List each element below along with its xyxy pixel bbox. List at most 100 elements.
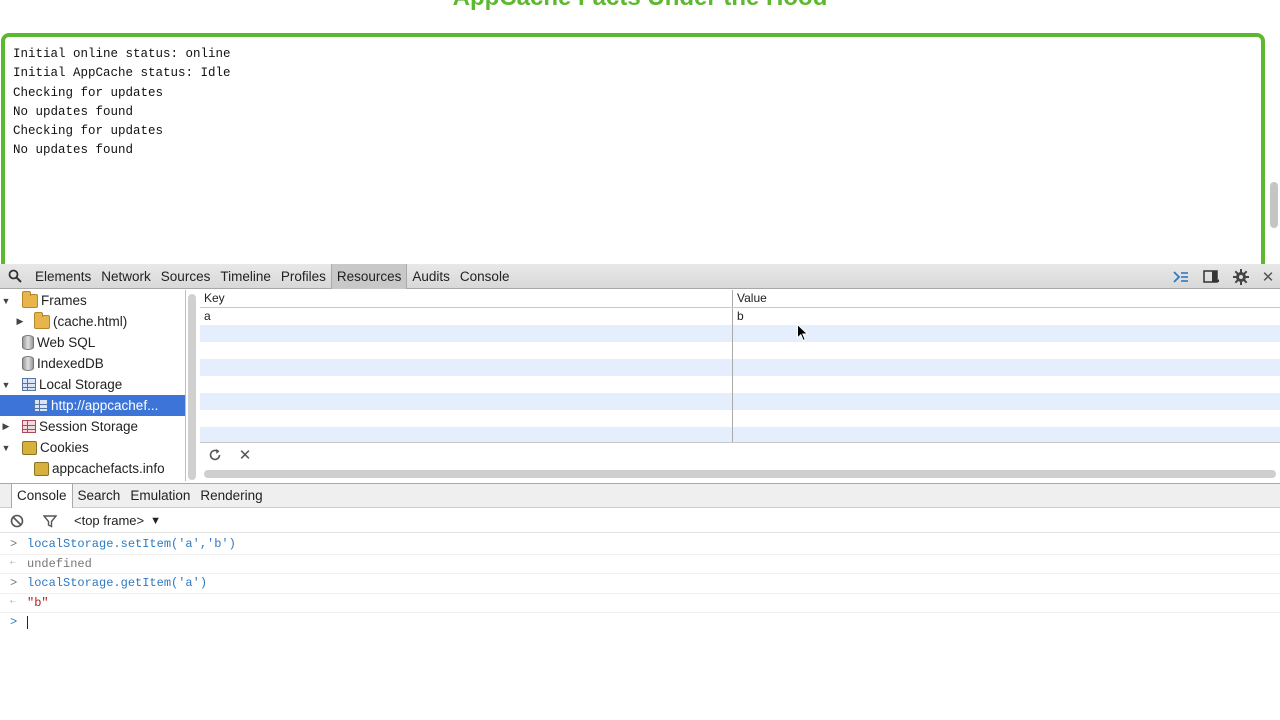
sidebar-item-cookies[interactable]: ▼ Cookies bbox=[0, 437, 185, 458]
console-text: localStorage.getItem('a') bbox=[27, 576, 208, 591]
tab-sources[interactable]: Sources bbox=[156, 264, 216, 289]
disclosure-collapsed-icon[interactable]: ▶ bbox=[14, 316, 26, 327]
grid-header: Key Value bbox=[200, 290, 1280, 308]
key-cell[interactable] bbox=[200, 325, 733, 342]
filter-icon[interactable] bbox=[33, 509, 66, 533]
key-cell[interactable] bbox=[200, 393, 733, 410]
delete-icon[interactable]: ✕ bbox=[230, 444, 260, 466]
key-cell[interactable] bbox=[200, 376, 733, 393]
drawer-tabs: Console Search Emulation Rendering bbox=[0, 483, 1280, 508]
key-cell[interactable]: a bbox=[200, 308, 733, 325]
table-row[interactable] bbox=[200, 342, 1280, 359]
prompt-chevron-icon: > bbox=[10, 537, 18, 551]
value-cell[interactable] bbox=[733, 342, 1280, 359]
table-row[interactable]: a b bbox=[200, 308, 1280, 325]
table-row[interactable] bbox=[200, 410, 1280, 427]
database-icon bbox=[22, 335, 34, 350]
column-header-value[interactable]: Value bbox=[733, 290, 1280, 307]
console-messages: > localStorage.setItem('a','b') ⇠ undefi… bbox=[0, 535, 1280, 633]
value-cell[interactable] bbox=[733, 427, 1280, 442]
key-cell[interactable] bbox=[200, 410, 733, 427]
dropdown-triangle-icon: ▼ bbox=[150, 514, 161, 527]
sidebar-item-frames[interactable]: ▼ Frames bbox=[0, 290, 185, 311]
disclosure-expanded-icon[interactable]: ▼ bbox=[0, 443, 12, 453]
text-caret bbox=[27, 616, 28, 630]
log-line: No updates found bbox=[13, 104, 134, 119]
sidebar-item-local-storage[interactable]: ▼ Local Storage bbox=[0, 374, 185, 395]
key-cell[interactable] bbox=[200, 359, 733, 376]
sidebar-item-label: Frames bbox=[41, 293, 87, 308]
sidebar-item-cookies-domain[interactable]: appcachefacts.info bbox=[0, 458, 185, 479]
table-row[interactable] bbox=[200, 376, 1280, 393]
devtools-toolbar: Elements Network Sources Timeline Profil… bbox=[0, 263, 1280, 289]
sidebar-item-session-storage[interactable]: ▶ Session Storage bbox=[0, 416, 185, 437]
clear-console-icon[interactable] bbox=[0, 509, 33, 533]
console-prompt-input[interactable]: > bbox=[0, 613, 1280, 633]
gear-icon[interactable] bbox=[1226, 264, 1256, 289]
search-icon[interactable] bbox=[0, 264, 30, 289]
console-text: "b" bbox=[27, 595, 49, 610]
console-result-line[interactable]: ⇠ "b" bbox=[0, 594, 1280, 613]
table-row[interactable] bbox=[200, 427, 1280, 442]
tab-audits[interactable]: Audits bbox=[407, 264, 455, 289]
key-cell[interactable] bbox=[200, 427, 733, 442]
value-cell[interactable] bbox=[733, 359, 1280, 376]
frame-selector-value: <top frame> bbox=[74, 513, 145, 528]
disclosure-expanded-icon[interactable]: ▼ bbox=[0, 296, 12, 306]
sidebar-item-web-sql[interactable]: Web SQL bbox=[0, 332, 185, 353]
refresh-icon[interactable] bbox=[200, 444, 230, 466]
value-cell[interactable] bbox=[733, 410, 1280, 427]
disclosure-expanded-icon[interactable]: ▼ bbox=[0, 380, 12, 390]
sidebar-item-label: (cache.html) bbox=[53, 314, 128, 329]
drawer-tab-search[interactable]: Search bbox=[73, 484, 126, 508]
console-toolbar: <top frame> ▼ bbox=[0, 509, 1280, 533]
value-cell[interactable] bbox=[733, 325, 1280, 342]
frame-selector[interactable]: <top frame> ▼ bbox=[66, 513, 161, 528]
tab-elements[interactable]: Elements bbox=[30, 264, 96, 289]
cookie-icon bbox=[22, 440, 37, 455]
tab-timeline[interactable]: Timeline bbox=[215, 264, 276, 289]
tab-profiles[interactable]: Profiles bbox=[276, 264, 331, 289]
sidebar-scrollbar[interactable] bbox=[188, 294, 196, 480]
console-text: undefined bbox=[27, 556, 92, 571]
close-icon[interactable]: ✕ bbox=[1256, 264, 1280, 289]
show-drawer-icon[interactable] bbox=[1166, 264, 1196, 289]
table-row[interactable] bbox=[200, 393, 1280, 410]
tab-network[interactable]: Network bbox=[96, 264, 156, 289]
table-row[interactable] bbox=[200, 325, 1280, 342]
value-cell[interactable] bbox=[733, 393, 1280, 410]
drawer-tab-emulation[interactable]: Emulation bbox=[125, 484, 195, 508]
sidebar-item-indexeddb[interactable]: IndexedDB bbox=[0, 353, 185, 374]
result-arrow-icon: ⇠ bbox=[10, 596, 17, 608]
log-line: No updates found bbox=[13, 143, 134, 158]
prompt-chevron-icon: > bbox=[10, 576, 18, 590]
sidebar-item-cache-frame[interactable]: ▶ (cache.html) bbox=[0, 311, 185, 332]
tab-console[interactable]: Console bbox=[455, 264, 515, 289]
page-scrollbar[interactable] bbox=[1270, 182, 1278, 228]
prompt-chevron-icon: > bbox=[10, 615, 18, 629]
folder-icon bbox=[34, 311, 50, 329]
sidebar-item-label: Web SQL bbox=[37, 335, 96, 350]
sidebar-item-local-storage-origin[interactable]: http://appcachef... bbox=[0, 395, 185, 416]
console-result-line[interactable]: ⇠ undefined bbox=[0, 555, 1280, 574]
log-line: Checking for updates bbox=[13, 85, 164, 100]
drawer-tab-rendering[interactable]: Rendering bbox=[195, 484, 267, 508]
sidebar-item-label: appcachefacts.info bbox=[52, 461, 165, 476]
horizontal-scrollbar[interactable] bbox=[204, 470, 1276, 478]
console-input-line[interactable]: > localStorage.setItem('a','b') bbox=[0, 535, 1280, 555]
value-cell[interactable] bbox=[733, 376, 1280, 393]
tab-resources[interactable]: Resources bbox=[330, 263, 408, 289]
sidebar-item-label: Session Storage bbox=[39, 419, 139, 434]
disclosure-collapsed-icon[interactable]: ▶ bbox=[0, 421, 12, 432]
log-line: Initial online status: online bbox=[13, 47, 231, 61]
drawer-tab-console[interactable]: Console bbox=[11, 483, 73, 508]
appcache-log: Initial online status: online Initial Ap… bbox=[1, 33, 1265, 264]
key-cell[interactable] bbox=[200, 342, 733, 359]
column-header-key[interactable]: Key bbox=[200, 290, 733, 307]
table-row[interactable] bbox=[200, 359, 1280, 376]
result-arrow-icon: ⇠ bbox=[10, 557, 17, 569]
value-cell[interactable]: b bbox=[733, 308, 1280, 325]
console-input-line[interactable]: > localStorage.getItem('a') bbox=[0, 574, 1280, 594]
dock-side-icon[interactable] bbox=[1196, 264, 1226, 289]
database-icon bbox=[22, 356, 34, 371]
